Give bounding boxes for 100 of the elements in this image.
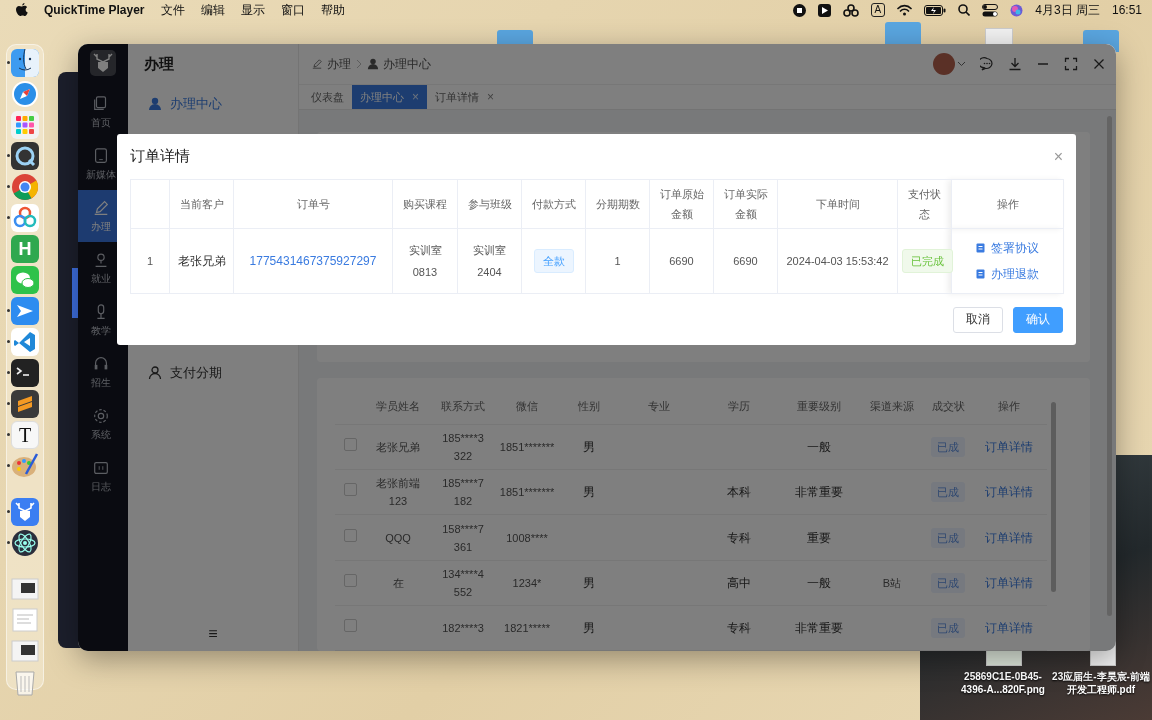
input-method-indicator[interactable]: A — [870, 3, 886, 17]
row-checkbox[interactable] — [343, 528, 357, 542]
menu-item[interactable]: 显示 — [240, 1, 265, 19]
deer-shield-icon[interactable] — [11, 498, 39, 526]
table-cell: 185****7182 — [442, 477, 484, 508]
tab-close-button[interactable]: × — [487, 90, 495, 104]
table-cell: 1851******* — [499, 486, 555, 499]
menu-toggle[interactable]: ≡ — [208, 625, 218, 643]
letter-app-icon[interactable]: T — [11, 421, 39, 449]
table-cell: 专科 — [727, 530, 751, 545]
ribbon-fold-icon[interactable] — [11, 328, 39, 356]
app-name: QuickTime Player — [44, 3, 145, 17]
order-details-link[interactable]: 订单详情 — [985, 575, 1033, 590]
status-tag: 已完成 — [902, 249, 953, 273]
row-checkbox[interactable] — [343, 483, 357, 497]
letter-app-icon[interactable]: H — [11, 235, 39, 263]
tablet-icon — [92, 146, 110, 165]
table-cell: 老张兄弟 — [177, 254, 226, 268]
tab[interactable]: 办理中心 × — [352, 85, 427, 109]
column-header: 订单原始金额 — [659, 188, 704, 220]
sidebar-item[interactable]: 就业 — [78, 242, 128, 294]
order-details-link[interactable]: 订单详情 — [985, 620, 1033, 635]
menu-item[interactable]: 窗口 — [280, 1, 305, 19]
document-thumbnail-icon[interactable] — [11, 606, 39, 634]
fullscreen-icon[interactable] — [1064, 57, 1078, 71]
palette-icon[interactable] — [11, 452, 39, 480]
chat-bubbles-icon[interactable] — [11, 266, 39, 294]
atom-icon[interactable] — [11, 529, 39, 557]
tab-close-button[interactable]: × — [412, 90, 419, 104]
terminal-icon[interactable] — [11, 359, 39, 387]
swirl-orb-icon[interactable] — [1010, 3, 1024, 17]
download-icon[interactable] — [1008, 57, 1022, 71]
table-cell: B站 — [882, 576, 902, 589]
row-checkbox[interactable] — [343, 438, 357, 452]
sidebar-item[interactable]: 教学 — [78, 294, 128, 346]
action-link[interactable]: 办理退款 — [976, 263, 1039, 285]
table-cell: 1008**** — [506, 531, 548, 544]
close-button[interactable]: × — [1053, 147, 1063, 166]
tricolor-circle-icon[interactable] — [11, 173, 39, 201]
window-thumbnail-icon[interactable] — [11, 575, 39, 603]
order-details-link[interactable]: 订单详情 — [985, 485, 1033, 500]
menu-item[interactable]: 文件 — [160, 1, 185, 19]
column-header: 操作 — [996, 198, 1019, 210]
breadcrumb-item[interactable]: 办理 — [327, 55, 351, 73]
avatar[interactable] — [933, 53, 955, 75]
sidebar-item[interactable]: 系统 — [78, 398, 128, 450]
menu-item[interactable]: 编辑 — [200, 1, 225, 19]
sidebar-item[interactable]: 首页 — [78, 86, 128, 138]
table-cell: 6690 — [733, 255, 758, 267]
table-cell: 实训室0813 — [408, 244, 442, 278]
order-details-link[interactable]: 订单详情 — [985, 440, 1033, 455]
record-icon[interactable] — [792, 3, 806, 17]
column-header: 性别 — [578, 399, 600, 412]
table-cell: 一般 — [807, 575, 831, 590]
dialog-button[interactable]: 确认 — [1013, 306, 1063, 333]
dialog-button[interactable]: 取消 — [953, 306, 1003, 333]
split-face-icon[interactable] — [11, 49, 39, 77]
gear-icon — [92, 406, 110, 425]
order-number-link[interactable]: 1775431467375927297 — [249, 254, 377, 268]
toggles-icon[interactable] — [982, 3, 999, 17]
row-checkbox[interactable] — [343, 618, 357, 632]
s-ribbon-icon[interactable] — [11, 390, 39, 418]
submenu-item[interactable]: 办理中心 — [128, 84, 298, 124]
battery-icon[interactable] — [924, 4, 947, 16]
tab[interactable]: 仪表盘 — [303, 85, 352, 109]
sidebar-item[interactable]: 招生 — [78, 346, 128, 398]
cloud-circles-icon[interactable] — [842, 3, 859, 17]
table-cell: 高中 — [727, 575, 751, 590]
column-header: 订单实际金额 — [723, 188, 768, 220]
table-cell: 老张前端123 — [376, 477, 420, 508]
table-cell: QQQ — [385, 531, 411, 544]
chevron-down-icon[interactable] — [957, 61, 966, 67]
play-badge-icon[interactable] — [817, 3, 831, 17]
column-header: 渠道来源 — [870, 399, 914, 412]
search-icon[interactable] — [958, 4, 971, 16]
table-cell: 重要 — [807, 530, 831, 545]
order-details-link[interactable]: 订单详情 — [985, 530, 1033, 545]
table-cell: 本科 — [727, 485, 751, 500]
menubar-time[interactable]: 16:51 — [1111, 3, 1142, 17]
compass-icon[interactable] — [11, 80, 39, 108]
column-header: 当前客户 — [179, 198, 224, 210]
table-cell: 1 — [146, 255, 154, 267]
column-header: 微信 — [516, 399, 538, 412]
submenu-item[interactable]: 支付分期 — [128, 353, 298, 393]
window-thumbnail-icon[interactable] — [11, 637, 39, 665]
action-link[interactable]: 签署协议 — [976, 237, 1039, 259]
chat-bubble-icon[interactable] — [980, 57, 994, 71]
pencil-icon — [311, 58, 323, 70]
row-checkbox[interactable] — [343, 573, 357, 587]
three-rings-icon[interactable] — [11, 204, 39, 232]
breadcrumb-item[interactable]: 办理中心 — [383, 55, 431, 73]
paper-bird-icon[interactable] — [11, 297, 39, 325]
table-cell: 实训室2404 — [473, 244, 506, 278]
sidebar-item[interactable]: 新媒体 — [78, 138, 128, 190]
close-icon[interactable] — [1092, 57, 1106, 71]
wifi-icon[interactable] — [897, 4, 913, 16]
table-cell: 1821***** — [504, 621, 550, 634]
menubar-date[interactable]: 4月3日 周三 — [1035, 1, 1100, 19]
tab[interactable]: 订单详情 × — [427, 85, 503, 109]
menu-item[interactable]: 帮助 — [320, 1, 345, 19]
